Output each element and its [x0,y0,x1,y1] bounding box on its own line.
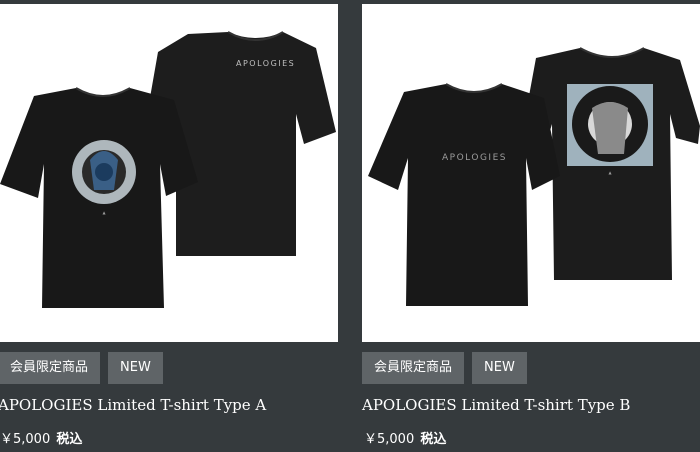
front-print-text: APOLOGIES [442,153,507,163]
back-print-text: APOLOGIES [236,59,295,68]
product-image[interactable]: APOLOGIES ▲ [0,4,338,342]
back-graphic: ▲ [567,84,653,175]
product-image[interactable]: ▲ APOLOGIES [362,4,700,342]
badge-group: 会員限定商品 NEW [0,352,163,384]
members-only-badge: 会員限定商品 [0,352,101,384]
new-badge: NEW [108,352,163,384]
members-only-badge: 会員限定商品 [362,352,465,384]
product-price: ￥5,000 税込 [364,428,446,447]
tax-label: 税込 [420,432,447,447]
tshirt-front [368,83,560,306]
product-card[interactable]: APOLOGIES ▲ 会員限定商品 NEW APOLOGIES Limited… [0,0,338,452]
tax-label: 税込 [56,432,83,447]
product-card[interactable]: ▲ APOLOGIES 会員限定商品 NEW APOLOGIES Limited… [362,0,700,452]
product-title[interactable]: APOLOGIES Limited T-shirt Type A [0,396,266,414]
product-title[interactable]: APOLOGIES Limited T-shirt Type B [362,396,630,414]
price-value: ￥5,000 [0,432,51,447]
new-badge: NEW [472,352,527,384]
product-price: ￥5,000 税込 [0,428,82,447]
price-value: ￥5,000 [364,432,415,447]
badge-group: 会員限定商品 NEW [362,352,527,384]
